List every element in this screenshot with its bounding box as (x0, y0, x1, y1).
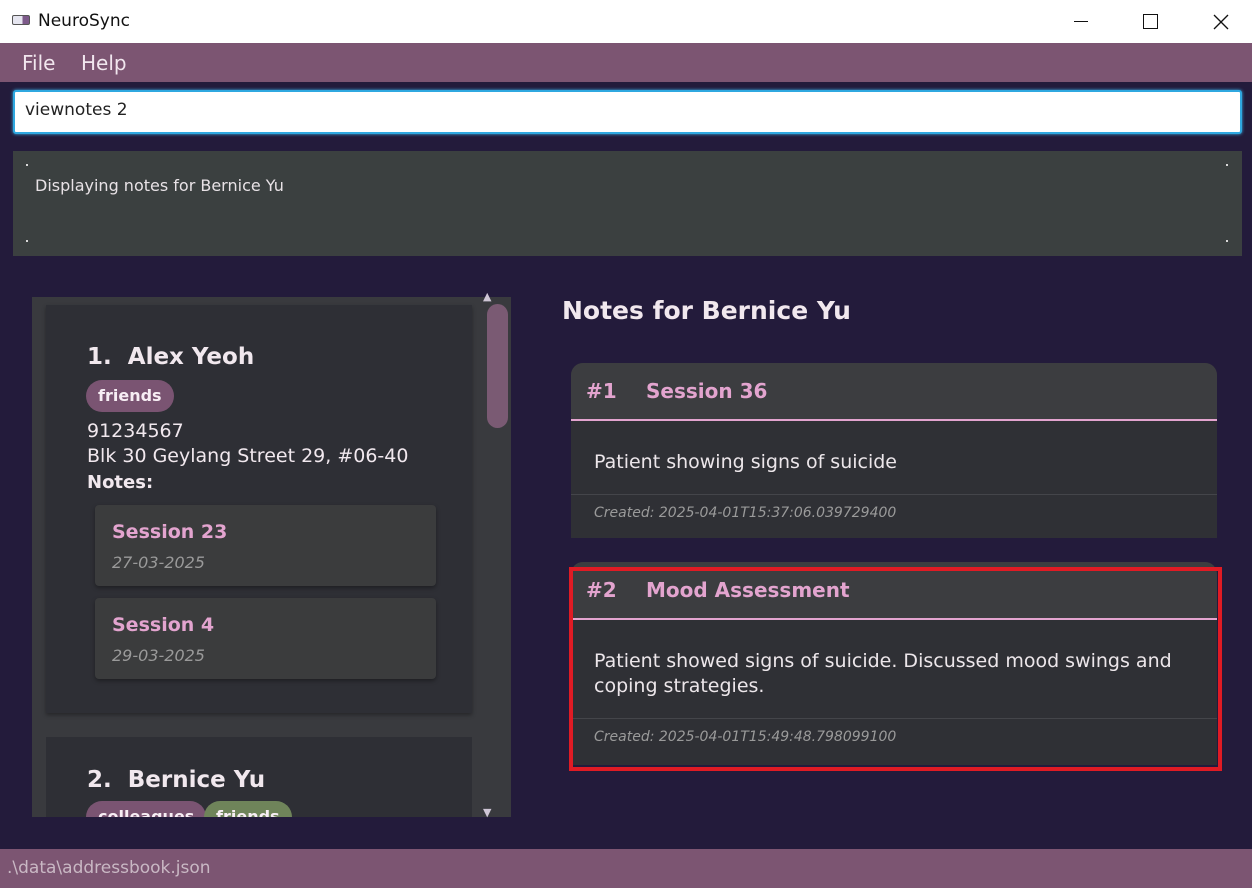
scroll-up-arrow-icon[interactable]: ▲ (483, 290, 491, 303)
person-name-text: Bernice Yu (127, 767, 266, 793)
person-address: Blk 30 Geylang Street 29, #06-40 (87, 445, 409, 467)
command-box[interactable] (13, 90, 1242, 134)
menu-file[interactable]: File (22, 51, 55, 75)
tag-colleagues: colleagues (86, 801, 207, 817)
corner-dot (26, 240, 28, 242)
command-input[interactable] (25, 100, 1205, 120)
corner-dot (1226, 240, 1228, 242)
highlight-box (569, 567, 1222, 771)
close-button[interactable] (1198, 0, 1244, 43)
note-detail-footer: Created: 2025-04-01T15:37:06.039729400 (571, 494, 1217, 538)
person-list[interactable]: 1. Alex Yeoh friends 91234567 Blk 30 Gey… (32, 297, 511, 817)
title-bar: NeuroSync (0, 0, 1252, 43)
note-number: #1 (586, 379, 617, 403)
maximize-button[interactable] (1127, 0, 1173, 43)
person-name: 1. Alex Yeoh (87, 344, 254, 370)
status-path: .\data\addressbook.json (7, 858, 211, 878)
person-index: 2. (87, 767, 112, 793)
note-date: 29-03-2025 (112, 646, 205, 665)
app-icon (12, 15, 30, 25)
note-date: 27-03-2025 (112, 553, 205, 572)
status-bar: .\data\addressbook.json (0, 849, 1252, 888)
minimize-icon (1074, 21, 1088, 22)
tag-friends: friends (86, 380, 174, 412)
menu-bar: File Help (0, 43, 1252, 82)
note-title: Session 23 (112, 521, 228, 543)
result-display: Displaying notes for Bernice Yu (13, 151, 1242, 256)
tag-friends: friends (204, 801, 292, 817)
note-card[interactable]: Session 23 27-03-2025 (95, 505, 436, 586)
close-icon (1213, 14, 1229, 29)
app-title: NeuroSync (38, 11, 130, 31)
notes-label: Notes: (87, 472, 154, 493)
note-detail-card[interactable]: #1 Session 36 Patient showing signs of s… (571, 363, 1217, 538)
corner-dot (26, 164, 28, 166)
note-detail-title: Session 36 (646, 379, 768, 403)
scroll-down-arrow-icon[interactable]: ▼ (483, 806, 491, 819)
scrollbar-thumb[interactable] (487, 304, 508, 428)
person-card[interactable]: 2. Bernice Yu colleagues friends (46, 737, 472, 817)
notes-heading: Notes for Bernice Yu (562, 296, 851, 325)
person-phone: 91234567 (87, 420, 184, 442)
person-card[interactable]: 1. Alex Yeoh friends 91234567 Blk 30 Gey… (46, 305, 472, 713)
result-text: Displaying notes for Bernice Yu (35, 176, 284, 195)
person-name-text: Alex Yeoh (127, 344, 255, 370)
note-detail-header: #1 Session 36 (571, 363, 1217, 421)
minimize-button[interactable] (1058, 0, 1104, 43)
person-name: 2. Bernice Yu (87, 767, 265, 793)
person-index: 1. (87, 344, 112, 370)
note-title: Session 4 (112, 614, 215, 636)
note-detail-body: Patient showing signs of suicide (594, 451, 897, 473)
corner-dot (1226, 164, 1228, 166)
note-created-timestamp: Created: 2025-04-01T15:37:06.039729400 (594, 505, 897, 521)
maximize-icon (1142, 14, 1158, 29)
menu-help[interactable]: Help (81, 51, 127, 75)
note-card[interactable]: Session 4 29-03-2025 (95, 598, 436, 679)
